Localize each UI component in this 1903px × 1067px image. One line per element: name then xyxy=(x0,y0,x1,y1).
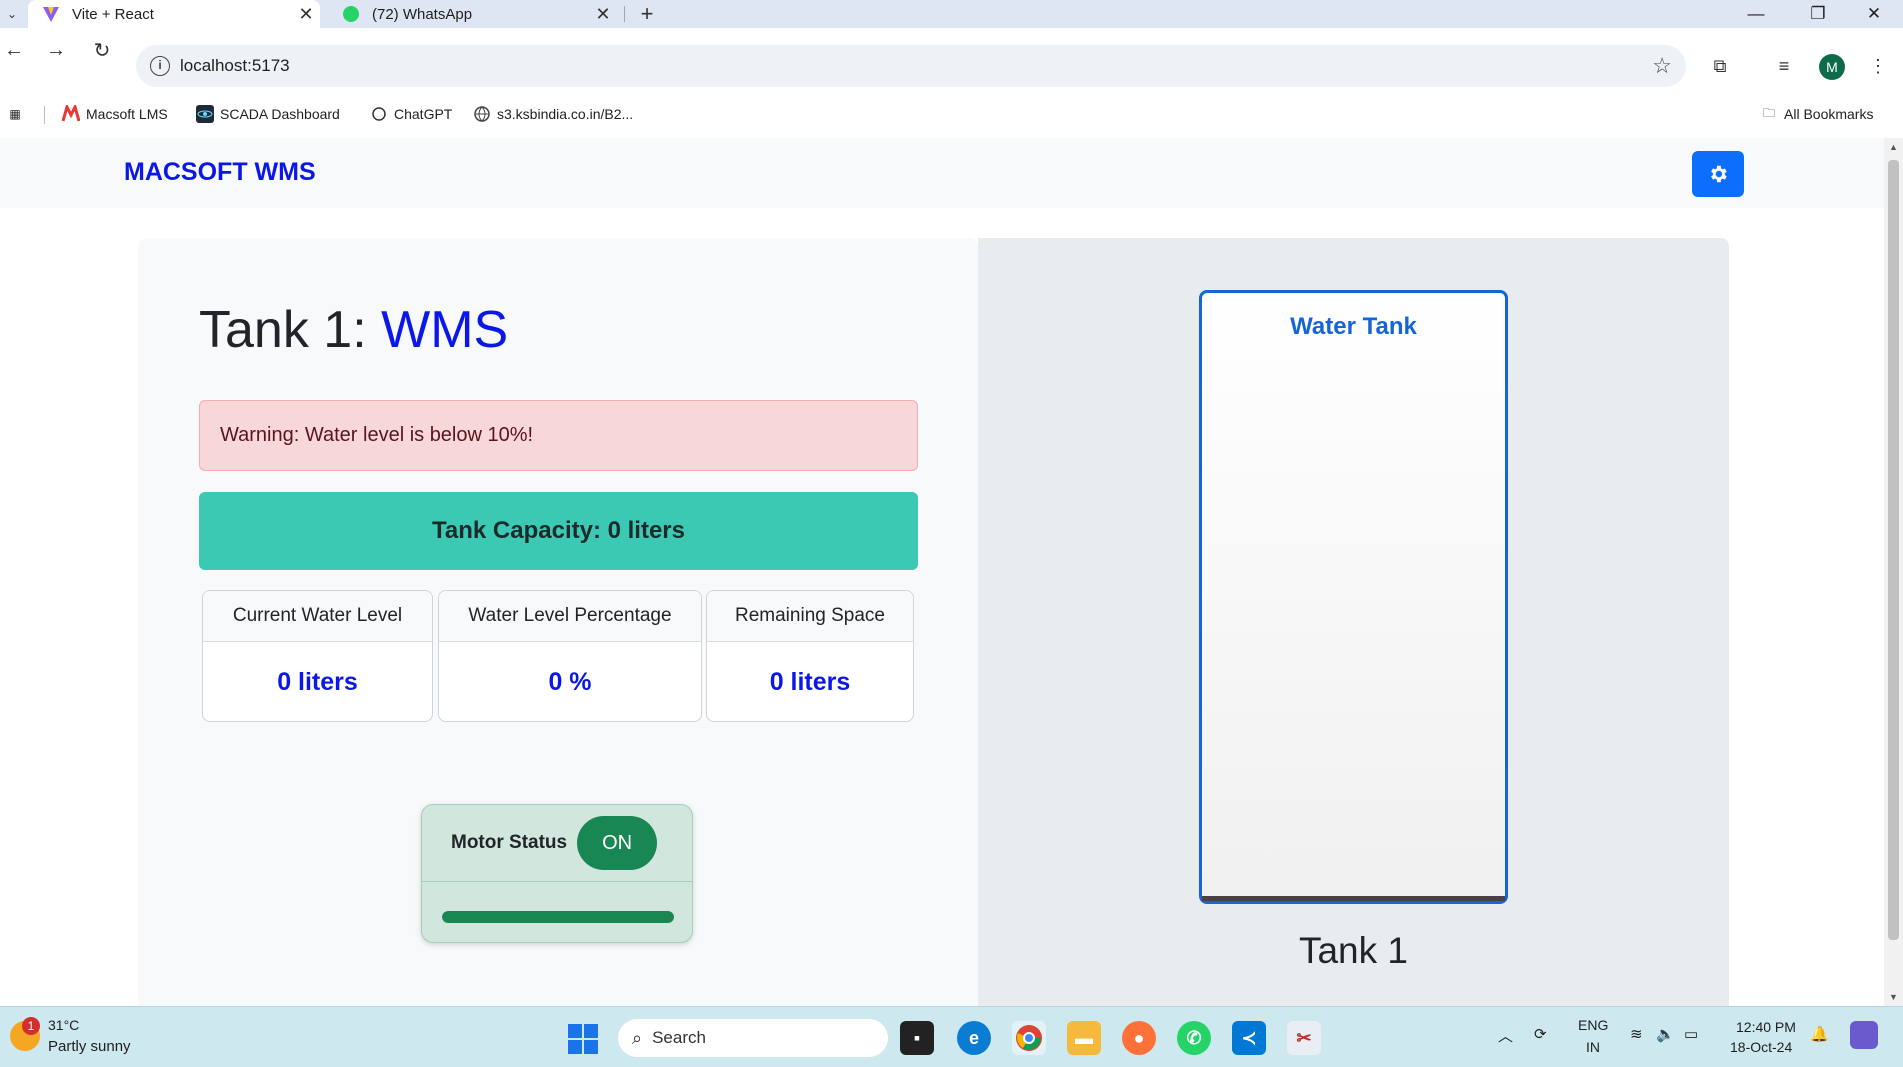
folder-icon: 🗀 xyxy=(1762,105,1775,120)
battery-icon[interactable]: ▭ xyxy=(1684,1025,1698,1043)
water-tank-visual: Water Tank xyxy=(1199,290,1508,904)
copilot-icon[interactable] xyxy=(1850,1021,1878,1049)
vite-logo-icon xyxy=(42,5,60,23)
address-bar[interactable]: i localhost:5173 ☆ xyxy=(136,45,1686,87)
tab-divider xyxy=(624,6,625,22)
search-label: Search xyxy=(652,1028,706,1047)
gear-icon xyxy=(1711,165,1727,183)
tab-title: (72) WhatsApp xyxy=(372,5,473,23)
tab-title: Vite + React xyxy=(72,5,154,23)
forward-icon[interactable]: → xyxy=(42,36,70,64)
low-water-warning: Warning: Water level is below 10%! xyxy=(199,400,918,471)
new-tab-button[interactable]: + xyxy=(634,0,660,28)
address-url[interactable]: localhost:5173 xyxy=(180,56,290,76)
react-logo-icon xyxy=(196,105,214,123)
windows-taskbar: 1 31°C Partly sunny ⌕ Search ▪ e ▬ ● ✆ ≺… xyxy=(0,1006,1903,1067)
sync-icon[interactable]: ⟳ xyxy=(1534,1025,1547,1043)
motor-toggle-button[interactable]: ON xyxy=(577,816,658,870)
snipping-tool-icon[interactable]: ✂ xyxy=(1287,1021,1321,1055)
tank-name: Tank 1 xyxy=(1298,930,1408,971)
app-navbar: MACSOFT WMS xyxy=(0,138,1884,208)
language-bottom[interactable]: IN xyxy=(1586,1039,1600,1055)
stat-value: 0 % xyxy=(548,667,592,696)
bookmark-ksbindia[interactable]: s3.ksbindia.co.in/B2... xyxy=(473,102,633,126)
whatsapp-icon xyxy=(342,5,360,23)
stat-value: 0 liters xyxy=(277,667,358,696)
globe-icon xyxy=(473,105,491,123)
scroll-up-icon[interactable]: ▲ xyxy=(1884,138,1903,156)
back-icon[interactable]: ← xyxy=(0,36,28,64)
motor-progress-fill xyxy=(442,911,674,923)
whatsapp-taskbar-icon[interactable]: ✆ xyxy=(1177,1021,1211,1055)
wifi-icon[interactable]: ≋ xyxy=(1630,1025,1643,1043)
water-tank-label: Water Tank xyxy=(1290,313,1417,340)
reload-icon[interactable]: ↻ xyxy=(88,36,116,64)
chrome-icon[interactable] xyxy=(1012,1021,1046,1055)
stat-label: Remaining Space xyxy=(707,591,913,642)
motor-status-header: Motor Status ON xyxy=(422,805,692,882)
scroll-down-icon[interactable]: ▼ xyxy=(1884,988,1903,1006)
edge-icon[interactable]: e xyxy=(957,1021,991,1055)
extensions-icon[interactable]: ⧉ xyxy=(1706,52,1734,80)
stat-label: Current Water Level xyxy=(203,591,432,642)
scrollbar-thumb[interactable] xyxy=(1888,160,1899,940)
macsoft-logo-icon xyxy=(62,105,80,123)
window-close-icon[interactable]: ✕ xyxy=(1846,0,1902,28)
search-icon: ⌕ xyxy=(632,1027,643,1048)
vscode-icon[interactable]: ≺ xyxy=(1232,1021,1266,1055)
app-page: MACSOFT WMS Tank 1: WMS Warning: Water l… xyxy=(0,138,1884,1006)
settings-button[interactable] xyxy=(1692,151,1744,197)
clock-date[interactable]: 18-Oct-24 xyxy=(1730,1039,1792,1055)
tab-vite-react[interactable]: Vite + React ✕ xyxy=(28,0,320,28)
all-bookmarks[interactable]: 🗀 All Bookmarks xyxy=(1760,102,1873,126)
notification-bell-icon[interactable]: 🔔 xyxy=(1810,1025,1829,1043)
media-control-icon[interactable]: ≡ xyxy=(1770,52,1798,80)
task-view-icon[interactable]: ▪ xyxy=(900,1021,934,1055)
page-title: Tank 1: WMS xyxy=(199,301,509,359)
motor-status-card: Motor Status ON xyxy=(421,804,693,943)
browser-menu-icon[interactable]: ⋮ xyxy=(1864,52,1892,80)
tank-base xyxy=(1202,896,1505,901)
stat-label: Water Level Percentage xyxy=(439,591,701,642)
weather-badge: 1 xyxy=(22,1017,40,1035)
motor-status-label: Motor Status xyxy=(451,832,568,853)
clock-time[interactable]: 12:40 PM xyxy=(1736,1019,1796,1035)
tab-whatsapp[interactable]: (72) WhatsApp ✕ xyxy=(332,0,617,28)
page-scrollbar[interactable]: ▲ ▼ xyxy=(1884,138,1903,1006)
tab-search-chevron-icon[interactable]: ⌄ xyxy=(2,4,22,24)
tank-capacity-banner: Tank Capacity: 0 liters xyxy=(199,492,918,570)
chatgpt-logo-icon xyxy=(370,105,388,123)
taskbar-search[interactable]: ⌕ Search xyxy=(618,1019,888,1057)
tank-visual-panel: Water Tank Tank 1 xyxy=(978,238,1729,1006)
bookmark-chatgpt[interactable]: ChatGPT xyxy=(370,102,452,126)
file-explorer-icon[interactable]: ▬ xyxy=(1067,1021,1101,1055)
brand-title[interactable]: MACSOFT WMS xyxy=(124,158,316,187)
profile-avatar[interactable]: M xyxy=(1819,54,1845,80)
restore-icon[interactable]: ❐ xyxy=(1790,0,1846,28)
bookmark-star-icon[interactable]: ☆ xyxy=(1652,53,1672,79)
stat-water-level-percentage: Water Level Percentage 0 % xyxy=(438,590,702,722)
minimize-icon[interactable]: — xyxy=(1728,0,1784,28)
bookmarks-bar: ▦ Macsoft LMS SCADA Dashboard ChatGPT s3… xyxy=(0,98,1903,130)
stat-value: 0 liters xyxy=(769,667,851,696)
language-top[interactable]: ENG xyxy=(1578,1017,1608,1033)
stat-current-water-level: Current Water Level 0 liters xyxy=(202,590,433,722)
tab-close-icon[interactable]: ✕ xyxy=(589,4,617,25)
motor-progress-bar xyxy=(442,911,674,923)
weather-temperature[interactable]: 31°C xyxy=(48,1017,79,1033)
volume-icon[interactable]: 🔈 xyxy=(1656,1025,1675,1043)
site-info-icon[interactable]: i xyxy=(150,56,170,76)
bookmark-scada-dashboard[interactable]: SCADA Dashboard xyxy=(196,102,340,126)
firefox-icon[interactable]: ● xyxy=(1122,1021,1156,1055)
weather-description[interactable]: Partly sunny xyxy=(48,1038,131,1055)
browser-tab-bar: ⌄ Vite + React ✕ (72) WhatsApp ✕ + — ❐ ✕ xyxy=(0,0,1903,28)
bookmarks-divider xyxy=(44,106,45,124)
tab-close-icon[interactable]: ✕ xyxy=(292,4,320,25)
bookmark-macsoft-lms[interactable]: Macsoft LMS xyxy=(62,102,168,126)
start-windows-icon[interactable] xyxy=(568,1024,598,1054)
stat-remaining-space: Remaining Space 0 liters xyxy=(706,590,914,722)
apps-grid-icon[interactable]: ▦ xyxy=(6,102,30,126)
tank-info-panel: Tank 1: WMS Warning: Water level is belo… xyxy=(138,238,978,1006)
show-hidden-icons-icon[interactable]: ︿ xyxy=(1498,1025,1513,1046)
